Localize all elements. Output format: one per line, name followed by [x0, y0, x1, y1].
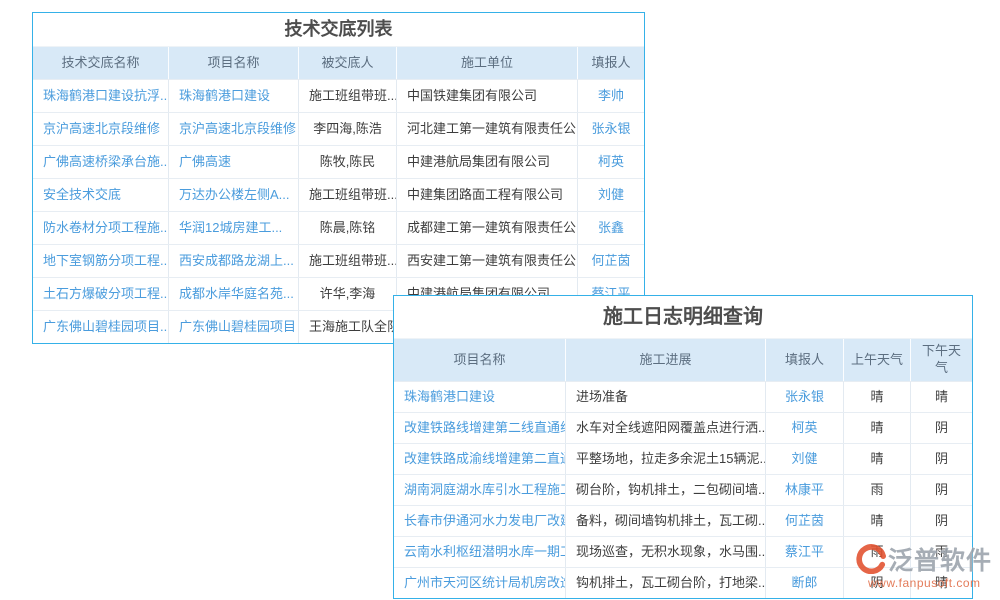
watermark-brand-text: 泛普软件 — [888, 541, 992, 577]
cell-reporter[interactable]: 柯英 — [766, 413, 844, 443]
cell-afternoon-weather: 阴 — [911, 506, 972, 536]
table-row: 改建铁路成渝线增建第二直通线 平整场地，拉走多余泥土15辆泥... 刘健 晴 阴 — [394, 443, 972, 474]
technical-disclosure-title: 技术交底列表 — [33, 13, 644, 47]
cell-progress: 现场巡查，无积水现象，水马围... — [566, 537, 766, 567]
cell-construction-unit: 中国铁建集团有限公司 — [397, 80, 578, 112]
cell-reporter[interactable]: 何芷茵 — [766, 506, 844, 536]
cell-disclosure-name[interactable]: 地下室钢筋分项工程... — [33, 245, 169, 277]
cell-morning-weather: 雨 — [844, 475, 911, 505]
cell-project-name[interactable]: 长春市伊通河水力发电厂改建工 — [394, 506, 566, 536]
cell-construction-unit: 成都建工第一建筑有限责任公司 — [397, 212, 578, 244]
cell-receiver: 李四海,陈浩 — [299, 113, 397, 145]
cell-project-name[interactable]: 湖南洞庭湖水库引水工程施工标 — [394, 475, 566, 505]
cell-project-name[interactable]: 珠海鹤港口建设 — [394, 382, 566, 412]
table-row: 珠海鹤港口建设 进场准备 张永银 晴 晴 — [394, 381, 972, 412]
cell-progress: 水车对全线遮阳网覆盖点进行洒... — [566, 413, 766, 443]
col-header-project-name: 项目名称 — [394, 339, 566, 381]
cell-progress: 平整场地，拉走多余泥土15辆泥... — [566, 444, 766, 474]
cell-project-name[interactable]: 改建铁路成渝线增建第二直通线 — [394, 444, 566, 474]
cell-reporter[interactable]: 刘健 — [578, 179, 644, 211]
cell-disclosure-name[interactable]: 京沪高速北京段维修 — [33, 113, 169, 145]
cell-disclosure-name[interactable]: 土石方爆破分项工程... — [33, 278, 169, 310]
fanpu-logo-icon — [856, 544, 886, 574]
cell-reporter[interactable]: 刘健 — [766, 444, 844, 474]
col-header-reporter: 填报人 — [766, 339, 844, 381]
col-header-project-name: 项目名称 — [169, 47, 299, 79]
construction-log-header-row: 项目名称 施工进展 填报人 上午天气 下午天气 — [394, 339, 972, 381]
cell-afternoon-weather: 阴 — [911, 413, 972, 443]
col-header-disclosure-name: 技术交底名称 — [33, 47, 169, 79]
cell-project-name[interactable]: 珠海鹤港口建设 — [169, 80, 299, 112]
table-row: 改建铁路线增建第二线直通线 水车对全线遮阳网覆盖点进行洒... 柯英 晴 阴 — [394, 412, 972, 443]
technical-disclosure-header-row: 技术交底名称 项目名称 被交底人 施工单位 填报人 — [33, 47, 644, 79]
cell-construction-unit: 中建集团路面工程有限公司 — [397, 179, 578, 211]
cell-reporter[interactable]: 林康平 — [766, 475, 844, 505]
table-row: 防水卷材分项工程施... 华润12城房建工... 陈晨,陈铭 成都建工第一建筑有… — [33, 211, 644, 244]
table-row: 安全技术交底 万达办公楼左侧A... 施工班组带班... 中建集团路面工程有限公… — [33, 178, 644, 211]
cell-construction-unit: 河北建工第一建筑有限责任公司 — [397, 113, 578, 145]
cell-receiver: 陈牧,陈民 — [299, 146, 397, 178]
col-header-reporter: 填报人 — [578, 47, 644, 79]
table-row: 地下室钢筋分项工程... 西安成都路龙湖上... 施工班组带班... 西安建工第… — [33, 244, 644, 277]
cell-disclosure-name[interactable]: 防水卷材分项工程施... — [33, 212, 169, 244]
cell-progress: 进场准备 — [566, 382, 766, 412]
cell-disclosure-name[interactable]: 广东佛山碧桂园项目... — [33, 311, 169, 343]
col-header-receiver: 被交底人 — [299, 47, 397, 79]
cell-receiver: 施工班组带班... — [299, 245, 397, 277]
cell-receiver: 王海施工队全队 — [299, 311, 397, 343]
cell-afternoon-weather: 阴 — [911, 475, 972, 505]
cell-reporter[interactable]: 张永银 — [578, 113, 644, 145]
cell-progress: 备料，砌间墙钩机排土，瓦工砌... — [566, 506, 766, 536]
cell-disclosure-name[interactable]: 广佛高速桥梁承台施... — [33, 146, 169, 178]
cell-construction-unit: 中建港航局集团有限公司 — [397, 146, 578, 178]
cell-morning-weather: 晴 — [844, 506, 911, 536]
col-header-morning-weather: 上午天气 — [844, 339, 911, 381]
cell-receiver: 许华,李海 — [299, 278, 397, 310]
cell-project-name[interactable]: 万达办公楼左侧A... — [169, 179, 299, 211]
construction-log-title: 施工日志明细查询 — [394, 296, 972, 339]
cell-project-name[interactable]: 华润12城房建工... — [169, 212, 299, 244]
cell-receiver: 施工班组带班... — [299, 80, 397, 112]
cell-afternoon-weather: 阴 — [911, 444, 972, 474]
table-row: 广佛高速桥梁承台施... 广佛高速 陈牧,陈民 中建港航局集团有限公司 柯英 — [33, 145, 644, 178]
cell-project-name[interactable]: 改建铁路线增建第二线直通线 — [394, 413, 566, 443]
col-header-progress: 施工进展 — [566, 339, 766, 381]
cell-project-name[interactable]: 广佛高速 — [169, 146, 299, 178]
cell-reporter[interactable]: 断郎 — [766, 568, 844, 598]
watermark-url-text: www.fanpusoft.com — [856, 576, 1000, 590]
cell-project-name[interactable]: 广东佛山碧桂园项目 — [169, 311, 299, 343]
cell-reporter[interactable]: 柯英 — [578, 146, 644, 178]
table-row: 京沪高速北京段维修 京沪高速北京段维修 李四海,陈浩 河北建工第一建筑有限责任公… — [33, 112, 644, 145]
cell-reporter[interactable]: 蔡江平 — [766, 537, 844, 567]
cell-progress: 钩机排土，瓦工砌台阶，打地梁... — [566, 568, 766, 598]
cell-reporter[interactable]: 何芷茵 — [578, 245, 644, 277]
cell-reporter[interactable]: 张永银 — [766, 382, 844, 412]
cell-reporter[interactable]: 张鑫 — [578, 212, 644, 244]
col-header-construction-unit: 施工单位 — [397, 47, 578, 79]
cell-project-name[interactable]: 成都水岸华庭名苑... — [169, 278, 299, 310]
table-row: 湖南洞庭湖水库引水工程施工标 砌台阶，钩机排土，二包砌间墙... 林康平 雨 阴 — [394, 474, 972, 505]
cell-morning-weather: 晴 — [844, 382, 911, 412]
table-row: 长春市伊通河水力发电厂改建工 备料，砌间墙钩机排土，瓦工砌... 何芷茵 晴 阴 — [394, 505, 972, 536]
cell-disclosure-name[interactable]: 安全技术交底 — [33, 179, 169, 211]
cell-construction-unit: 西安建工第一建筑有限责任公司 — [397, 245, 578, 277]
cell-reporter[interactable]: 李帅 — [578, 80, 644, 112]
cell-receiver: 陈晨,陈铭 — [299, 212, 397, 244]
fanpu-watermark: 泛普软件 www.fanpusoft.com — [856, 541, 1000, 590]
cell-project-name[interactable]: 西安成都路龙湖上... — [169, 245, 299, 277]
cell-project-name[interactable]: 京沪高速北京段维修 — [169, 113, 299, 145]
cell-morning-weather: 晴 — [844, 413, 911, 443]
cell-project-name[interactable]: 云南水利枢纽潜明水库一期工程 — [394, 537, 566, 567]
cell-afternoon-weather: 晴 — [911, 382, 972, 412]
cell-project-name[interactable]: 广州市天河区统计局机房改造项 — [394, 568, 566, 598]
table-row: 珠海鹤港口建设抗浮... 珠海鹤港口建设 施工班组带班... 中国铁建集团有限公… — [33, 79, 644, 112]
cell-progress: 砌台阶，钩机排土，二包砌间墙... — [566, 475, 766, 505]
cell-receiver: 施工班组带班... — [299, 179, 397, 211]
cell-morning-weather: 晴 — [844, 444, 911, 474]
cell-disclosure-name[interactable]: 珠海鹤港口建设抗浮... — [33, 80, 169, 112]
col-header-afternoon-weather: 下午天气 — [911, 339, 972, 381]
